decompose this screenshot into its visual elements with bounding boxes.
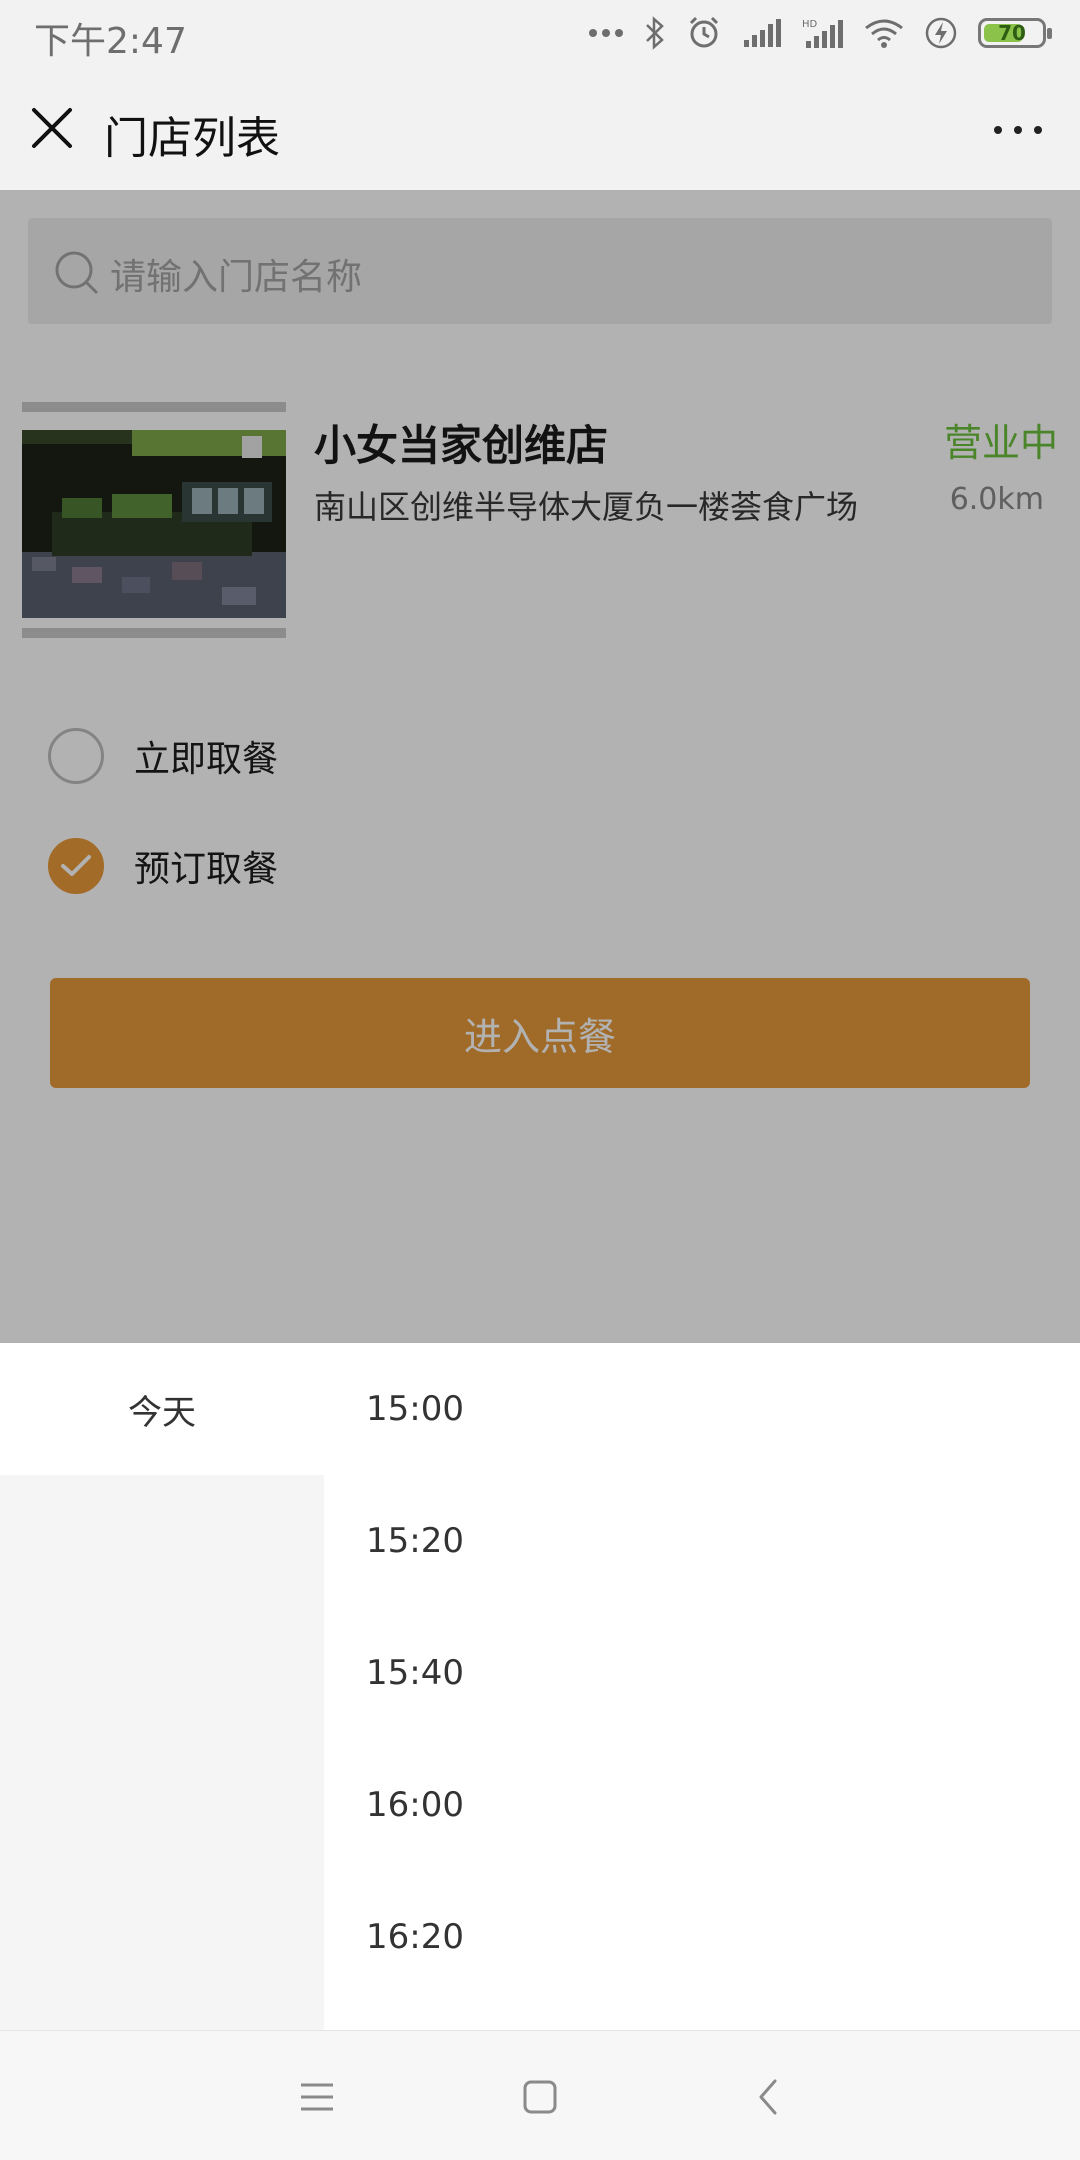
more-icon[interactable]: [986, 106, 1050, 154]
time-slot[interactable]: 15:40: [324, 1607, 1080, 1739]
svg-text:HD: HD: [802, 19, 818, 30]
page-title: 门店列表: [104, 113, 280, 164]
charging-icon: [924, 16, 958, 50]
menu-icon[interactable]: [289, 2069, 345, 2125]
home-icon[interactable]: [512, 2069, 568, 2125]
more-dots-icon: [588, 28, 624, 38]
hd-signal-icon: HD: [802, 17, 844, 49]
time-slot[interactable]: 16:00: [324, 1739, 1080, 1871]
time-column[interactable]: 15:00 15:20 15:40 16:00 16:20: [324, 1343, 1080, 2030]
system-nav-bar: [0, 2030, 1080, 2160]
status-time: 下午2:47: [34, 21, 187, 62]
battery-icon: 70: [978, 18, 1052, 48]
status-bar: 下午2:47 HD 70: [0, 0, 1080, 66]
close-icon[interactable]: [26, 102, 78, 154]
signal-icon: [742, 18, 782, 48]
time-slot[interactable]: 15:00: [324, 1343, 1080, 1475]
modal-overlay[interactable]: [0, 190, 1080, 1343]
app-header: 门店列表: [0, 66, 1080, 190]
time-slot[interactable]: 16:20: [324, 1871, 1080, 2003]
back-icon[interactable]: [740, 2069, 796, 2125]
time-slot[interactable]: 15:20: [324, 1475, 1080, 1607]
status-icons: HD 70: [588, 12, 1052, 54]
alarm-icon: [686, 15, 722, 51]
wifi-icon: [864, 18, 904, 48]
time-picker-sheet: 今天 15:00 15:20 15:40 16:00 16:20: [0, 1343, 1080, 2030]
bluetooth-icon: [644, 16, 666, 50]
battery-label: 70: [998, 21, 1026, 45]
day-column: 今天: [0, 1343, 324, 2030]
day-item-today[interactable]: 今天: [0, 1343, 324, 1475]
